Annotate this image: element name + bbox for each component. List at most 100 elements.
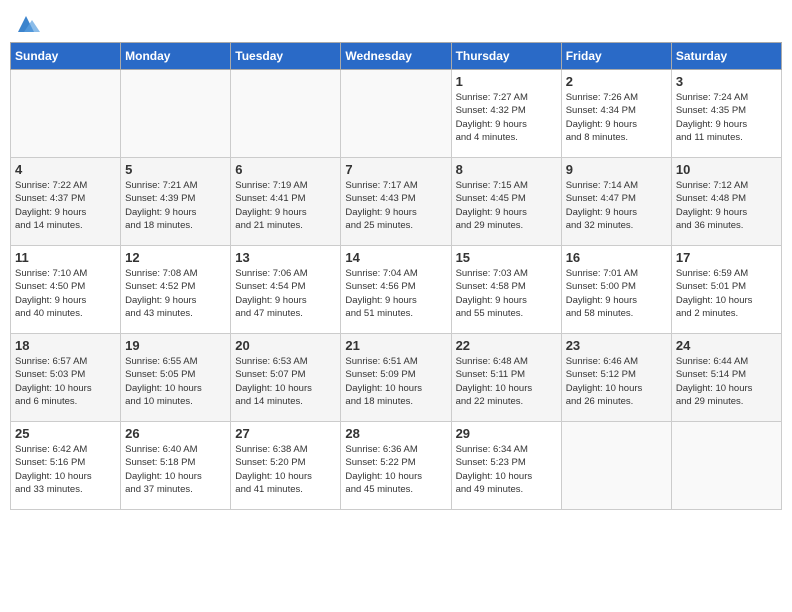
day-info: Sunrise: 6:57 AM Sunset: 5:03 PM Dayligh… [15,355,116,408]
day-info: Sunrise: 6:51 AM Sunset: 5:09 PM Dayligh… [345,355,446,408]
day-number: 7 [345,162,446,177]
weekday-header-cell: Monday [121,43,231,70]
calendar-week-row: 25 Sunrise: 6:42 AM Sunset: 5:16 PM Dayli… [11,422,782,510]
calendar-cell: 7 Sunrise: 7:17 AM Sunset: 4:43 PM Daylig… [341,158,451,246]
day-info: Sunrise: 7:24 AM Sunset: 4:35 PM Dayligh… [676,91,777,144]
calendar-cell: 28 Sunrise: 6:36 AM Sunset: 5:22 PM Dayli… [341,422,451,510]
day-info: Sunrise: 7:01 AM Sunset: 5:00 PM Dayligh… [566,267,667,320]
day-info: Sunrise: 7:08 AM Sunset: 4:52 PM Dayligh… [125,267,226,320]
calendar-cell: 11Sunrise: 7:10 AM Sunset: 4:50 PM Dayli… [11,246,121,334]
day-number: 18 [15,338,116,353]
day-number: 4 [15,162,116,177]
day-number: 17 [676,250,777,265]
day-number: 10 [676,162,777,177]
day-info: Sunrise: 7:14 AM Sunset: 4:47 PM Dayligh… [566,179,667,232]
day-number: 23 [566,338,667,353]
day-number: 21 [345,338,446,353]
weekday-header-cell: Thursday [451,43,561,70]
calendar-week-row: 4 Sunrise: 7:22 AM Sunset: 4:37 PM Daylig… [11,158,782,246]
day-number: 9 [566,162,667,177]
calendar-table: SundayMondayTuesdayWednesdayThursdayFrid… [10,42,782,510]
day-info: Sunrise: 6:48 AM Sunset: 5:11 PM Dayligh… [456,355,557,408]
calendar-cell: 27 Sunrise: 6:38 AM Sunset: 5:20 PM Dayli… [231,422,341,510]
day-number: 14 [345,250,446,265]
calendar-cell: 1 Sunrise: 7:27 AM Sunset: 4:32 PM Daylig… [451,70,561,158]
calendar-cell: 23 Sunrise: 6:46 AM Sunset: 5:12 PM Dayli… [561,334,671,422]
calendar-week-row: 11Sunrise: 7:10 AM Sunset: 4:50 PM Dayli… [11,246,782,334]
calendar-cell: 5 Sunrise: 7:21 AM Sunset: 4:39 PM Daylig… [121,158,231,246]
calendar-cell: 14 Sunrise: 7:04 AM Sunset: 4:56 PM Dayli… [341,246,451,334]
day-info: Sunrise: 6:38 AM Sunset: 5:20 PM Dayligh… [235,443,336,496]
page-header [10,10,782,36]
day-number: 25 [15,426,116,441]
weekday-header-cell: Saturday [671,43,781,70]
weekday-header-cell: Tuesday [231,43,341,70]
day-info: Sunrise: 7:27 AM Sunset: 4:32 PM Dayligh… [456,91,557,144]
day-info: Sunrise: 6:44 AM Sunset: 5:14 PM Dayligh… [676,355,777,408]
day-info: Sunrise: 7:19 AM Sunset: 4:41 PM Dayligh… [235,179,336,232]
calendar-cell: 12 Sunrise: 7:08 AM Sunset: 4:52 PM Dayli… [121,246,231,334]
calendar-cell [231,70,341,158]
weekday-header-cell: Friday [561,43,671,70]
calendar-cell: 15 Sunrise: 7:03 AM Sunset: 4:58 PM Dayli… [451,246,561,334]
day-number: 24 [676,338,777,353]
day-number: 16 [566,250,667,265]
day-info: Sunrise: 6:53 AM Sunset: 5:07 PM Dayligh… [235,355,336,408]
day-number: 2 [566,74,667,89]
day-info: Sunrise: 6:36 AM Sunset: 5:22 PM Dayligh… [345,443,446,496]
day-number: 6 [235,162,336,177]
logo [10,14,40,36]
day-number: 12 [125,250,226,265]
day-number: 27 [235,426,336,441]
day-number: 8 [456,162,557,177]
calendar-cell: 16 Sunrise: 7:01 AM Sunset: 5:00 PM Dayli… [561,246,671,334]
day-info: Sunrise: 7:22 AM Sunset: 4:37 PM Dayligh… [15,179,116,232]
day-info: Sunrise: 7:26 AM Sunset: 4:34 PM Dayligh… [566,91,667,144]
day-info: Sunrise: 7:12 AM Sunset: 4:48 PM Dayligh… [676,179,777,232]
calendar-cell: 20 Sunrise: 6:53 AM Sunset: 5:07 PM Dayli… [231,334,341,422]
calendar-cell: 13Sunrise: 7:06 AM Sunset: 4:54 PM Dayli… [231,246,341,334]
calendar-cell: 3 Sunrise: 7:24 AM Sunset: 4:35 PM Daylig… [671,70,781,158]
day-info: Sunrise: 7:10 AM Sunset: 4:50 PM Dayligh… [15,267,116,320]
logo-icon [12,14,40,36]
calendar-cell: 8 Sunrise: 7:15 AM Sunset: 4:45 PM Daylig… [451,158,561,246]
day-info: Sunrise: 7:21 AM Sunset: 4:39 PM Dayligh… [125,179,226,232]
day-number: 1 [456,74,557,89]
calendar-cell: 18 Sunrise: 6:57 AM Sunset: 5:03 PM Dayli… [11,334,121,422]
day-info: Sunrise: 7:17 AM Sunset: 4:43 PM Dayligh… [345,179,446,232]
calendar-body: 1 Sunrise: 7:27 AM Sunset: 4:32 PM Daylig… [11,70,782,510]
day-number: 3 [676,74,777,89]
day-info: Sunrise: 6:42 AM Sunset: 5:16 PM Dayligh… [15,443,116,496]
calendar-week-row: 18 Sunrise: 6:57 AM Sunset: 5:03 PM Dayli… [11,334,782,422]
day-info: Sunrise: 7:04 AM Sunset: 4:56 PM Dayligh… [345,267,446,320]
day-info: Sunrise: 6:46 AM Sunset: 5:12 PM Dayligh… [566,355,667,408]
calendar-cell: 4 Sunrise: 7:22 AM Sunset: 4:37 PM Daylig… [11,158,121,246]
calendar-cell [561,422,671,510]
day-info: Sunrise: 6:55 AM Sunset: 5:05 PM Dayligh… [125,355,226,408]
calendar-cell: 2 Sunrise: 7:26 AM Sunset: 4:34 PM Daylig… [561,70,671,158]
calendar-cell: 22Sunrise: 6:48 AM Sunset: 5:11 PM Dayli… [451,334,561,422]
day-info: Sunrise: 6:59 AM Sunset: 5:01 PM Dayligh… [676,267,777,320]
day-info: Sunrise: 6:34 AM Sunset: 5:23 PM Dayligh… [456,443,557,496]
calendar-cell [671,422,781,510]
day-number: 13 [235,250,336,265]
day-info: Sunrise: 6:40 AM Sunset: 5:18 PM Dayligh… [125,443,226,496]
day-info: Sunrise: 7:03 AM Sunset: 4:58 PM Dayligh… [456,267,557,320]
day-info: Sunrise: 7:15 AM Sunset: 4:45 PM Dayligh… [456,179,557,232]
day-number: 28 [345,426,446,441]
calendar-cell: 29Sunrise: 6:34 AM Sunset: 5:23 PM Dayli… [451,422,561,510]
calendar-cell: 24 Sunrise: 6:44 AM Sunset: 5:14 PM Dayli… [671,334,781,422]
calendar-cell: 6 Sunrise: 7:19 AM Sunset: 4:41 PM Daylig… [231,158,341,246]
calendar-cell: 9 Sunrise: 7:14 AM Sunset: 4:47 PM Daylig… [561,158,671,246]
calendar-cell: 17 Sunrise: 6:59 AM Sunset: 5:01 PM Dayli… [671,246,781,334]
day-number: 20 [235,338,336,353]
day-number: 15 [456,250,557,265]
weekday-header-cell: Sunday [11,43,121,70]
calendar-cell: 21 Sunrise: 6:51 AM Sunset: 5:09 PM Dayli… [341,334,451,422]
day-number: 5 [125,162,226,177]
weekday-header-row: SundayMondayTuesdayWednesdayThursdayFrid… [11,43,782,70]
day-number: 26 [125,426,226,441]
calendar-cell: 19Sunrise: 6:55 AM Sunset: 5:05 PM Dayli… [121,334,231,422]
calendar-cell [341,70,451,158]
weekday-header-cell: Wednesday [341,43,451,70]
